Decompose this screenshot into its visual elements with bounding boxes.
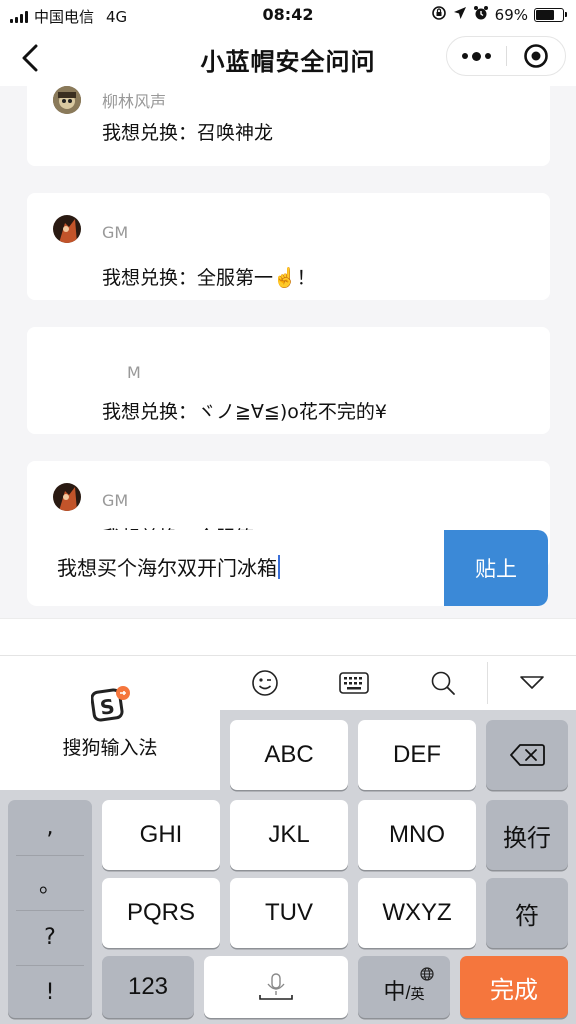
microphone-icon: [259, 973, 293, 1000]
message-input-value: 我想买个海尔双开门冰箱: [57, 556, 277, 580]
message-input-bar: 我想买个海尔双开门冰箱 贴上: [27, 530, 548, 606]
keyboard: S 搜狗输入法 ABC DEF , 。 ? ! GHI JKL MNO 换行 P…: [0, 655, 576, 1024]
more-icon[interactable]: [447, 37, 506, 75]
message-card: GM 我想兑换：全服第一☝️！: [27, 193, 550, 300]
symbols-key[interactable]: 符: [486, 878, 568, 948]
key-question[interactable]: ?: [8, 910, 92, 965]
key-period[interactable]: 。: [8, 855, 92, 910]
keyboard-switch-icon[interactable]: [334, 666, 374, 700]
message-text: 我想兑换：召唤神龙: [102, 122, 274, 144]
key-pqrs[interactable]: PQRS: [102, 878, 220, 948]
key-exclaim[interactable]: !: [8, 965, 92, 1020]
avatar[interactable]: [53, 215, 81, 243]
alarm-icon: [473, 5, 489, 25]
status-right: 69%: [431, 5, 567, 25]
status-bar: 中国电信 4G 08:42 69%: [0, 0, 576, 30]
rotation-lock-icon: [431, 5, 447, 25]
avatar[interactable]: [53, 349, 81, 377]
battery-icon: [534, 8, 567, 22]
input-separator: [0, 618, 576, 655]
avatar[interactable]: [53, 86, 81, 114]
key-jkl[interactable]: JKL: [230, 800, 348, 870]
language-switch-key[interactable]: 中/英: [358, 956, 450, 1018]
message-card: 柳林风声 我想兑换：召唤神龙: [27, 86, 550, 166]
search-icon[interactable]: [423, 666, 463, 700]
punctuation-column: , 。 ? !: [8, 800, 92, 1018]
key-abc[interactable]: ABC: [230, 720, 348, 790]
ime-name: 搜狗输入法: [62, 737, 158, 759]
username: M: [127, 363, 141, 382]
message-input[interactable]: 我想买个海尔双开门冰箱: [57, 552, 280, 581]
lang-main-label: 中: [383, 979, 406, 1004]
message-card: M 我想兑换：ヾノ≧∀≦)o花不完的¥: [27, 327, 550, 434]
miniprogram-capsule: [446, 36, 566, 76]
username: 柳林风声: [102, 92, 167, 111]
newline-key[interactable]: 换行: [486, 800, 568, 870]
ime-brand[interactable]: S 搜狗输入法: [0, 655, 220, 790]
lang-sub-label: 英: [410, 986, 425, 1002]
key-tuv[interactable]: TUV: [230, 878, 348, 948]
paste-button[interactable]: 贴上: [444, 530, 548, 606]
key-def[interactable]: DEF: [358, 720, 476, 790]
space-key[interactable]: [204, 956, 348, 1018]
delete-key[interactable]: [486, 720, 568, 790]
message-text: 我想兑换：全服第一☝️！: [102, 267, 316, 289]
location-icon: [453, 6, 467, 24]
emoji-icon[interactable]: [245, 666, 285, 700]
message-text: 我想兑换：ヾノ≧∀≦)o花不完的¥: [102, 401, 387, 423]
key-ghi[interactable]: GHI: [102, 800, 220, 870]
backspace-icon: [510, 744, 545, 766]
collapse-keyboard-icon[interactable]: [512, 666, 552, 700]
globe-icon: [420, 960, 434, 988]
avatar[interactable]: [53, 483, 81, 511]
nav-bar: 小蓝帽安全问问: [0, 30, 576, 86]
username: GM: [102, 491, 129, 510]
username: GM: [102, 223, 129, 242]
close-miniprogram-icon[interactable]: [507, 37, 566, 75]
key-mno[interactable]: MNO: [358, 800, 476, 870]
battery-percent: 69%: [494, 6, 528, 24]
key-wxyz[interactable]: WXYZ: [358, 878, 476, 948]
key-comma[interactable]: ,: [8, 800, 92, 855]
numbers-key[interactable]: 123: [102, 956, 194, 1018]
toolbar-divider: [487, 662, 488, 704]
text-cursor: [278, 555, 280, 579]
sogou-logo-icon: S: [90, 685, 131, 725]
done-key[interactable]: 完成: [460, 956, 568, 1018]
